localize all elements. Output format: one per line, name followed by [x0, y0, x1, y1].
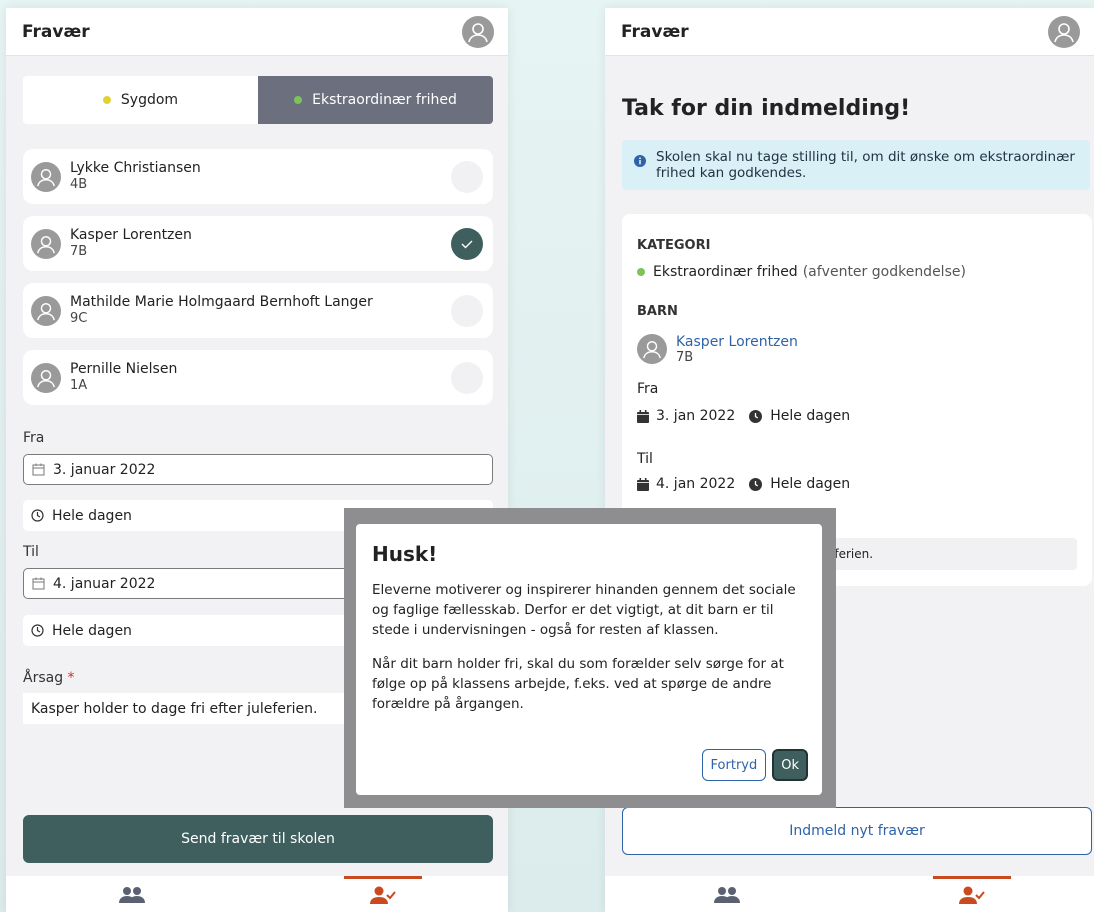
- confirmation-heading: Tak for din indmelding!: [622, 96, 911, 121]
- green-dot-icon: [637, 268, 645, 276]
- profile-avatar-icon[interactable]: [462, 15, 494, 48]
- dialog-paragraph: Eleverne motiverer og inspirerer hinande…: [372, 582, 796, 638]
- calendar-icon: [637, 477, 649, 491]
- category-status: (afventer godkendelse): [802, 264, 966, 280]
- calendar-icon: [32, 463, 45, 476]
- to-label: Til: [23, 544, 39, 560]
- child-list-item[interactable]: Lykke Christiansen 4B: [23, 149, 493, 204]
- child-class: 4B: [70, 177, 88, 192]
- child-class: 7B: [676, 350, 694, 365]
- child-name: Pernille Nielsen: [70, 361, 178, 377]
- users-icon: [714, 886, 741, 908]
- from-time-value: Hele dagen: [52, 507, 132, 524]
- avatar-icon: [637, 334, 667, 364]
- avatar-icon: [31, 362, 61, 393]
- page-title: Fravær: [621, 21, 689, 42]
- child-name: Lykke Christiansen: [70, 160, 201, 176]
- from-label: Fra: [23, 430, 45, 446]
- child-heading: BARN: [637, 304, 678, 319]
- child-class: 9C: [70, 311, 88, 326]
- select-checkbox[interactable]: [451, 294, 483, 327]
- reminder-dialog: Husk! Eleverne motiverer og inspirerer h…: [356, 524, 822, 795]
- green-dot-icon: [294, 96, 303, 104]
- category-line: Ekstraordinær frihed (afventer godkendel…: [637, 264, 966, 280]
- info-alert: Skolen skal nu tage stilling til, om dit…: [622, 140, 1090, 190]
- page-title: Fravær: [22, 21, 90, 42]
- select-checkbox[interactable]: [451, 227, 483, 260]
- dialog-paragraph: Når dit barn holder fri, skal du som for…: [372, 656, 784, 712]
- category-switch: Sygdom Ekstraordinær frihed: [23, 76, 493, 124]
- child-name: Mathilde Marie Holmgaard Bernhoft Langer: [70, 294, 373, 310]
- from-date-value: 3. januar 2022: [53, 461, 156, 478]
- tab-label: Sygdom: [120, 92, 179, 108]
- top-bar: Fravær: [605, 8, 1094, 56]
- from-date: 3. jan 2022: [656, 408, 736, 424]
- nav-children[interactable]: [6, 876, 257, 912]
- child-class: 1A: [70, 378, 88, 393]
- info-text: Skolen skal nu tage stilling til, om dit…: [656, 149, 1075, 181]
- users-icon: [118, 886, 145, 908]
- to-label: Til: [637, 451, 653, 467]
- avatar-icon: [31, 228, 61, 259]
- send-absence-button[interactable]: Send fravær til skolen: [23, 815, 493, 863]
- avatar-icon: [31, 161, 61, 192]
- reason-label: Årsag *: [23, 670, 75, 686]
- calendar-icon: [637, 409, 649, 423]
- child-line: Kasper Lorentzen 7B: [637, 334, 798, 365]
- category-heading: KATEGORI: [637, 238, 711, 253]
- profile-avatar-icon[interactable]: [1048, 15, 1080, 48]
- select-checkbox[interactable]: [451, 160, 483, 193]
- child-list-item[interactable]: Kasper Lorentzen 7B: [23, 216, 493, 271]
- child-list-item[interactable]: Mathilde Marie Holmgaard Bernhoft Langer…: [23, 283, 493, 338]
- to-date: 4. jan 2022: [656, 476, 736, 492]
- reminder-dialog-overlay: Husk! Eleverne motiverer og inspirerer h…: [344, 508, 836, 808]
- from-line: 3. jan 2022 Hele dagen: [637, 408, 850, 424]
- top-bar: Fravær: [6, 8, 508, 56]
- tab-sygdom[interactable]: Sygdom: [23, 76, 258, 124]
- tab-ekstraordinaer-frihed[interactable]: Ekstraordinær frihed: [258, 76, 493, 124]
- ok-button[interactable]: Ok: [772, 749, 808, 781]
- clock-icon: [749, 409, 763, 423]
- clock-icon: [749, 477, 763, 491]
- from-date-field[interactable]: 3. januar 2022: [23, 454, 493, 485]
- tab-label: Ekstraordinær frihed: [312, 92, 457, 108]
- to-time: Hele dagen: [770, 476, 851, 492]
- new-absence-button[interactable]: Indmeld nyt fravær: [622, 807, 1092, 855]
- bottom-nav: [605, 876, 1094, 912]
- child-link[interactable]: Kasper Lorentzen: [676, 334, 798, 350]
- dialog-title: Husk!: [372, 542, 438, 566]
- to-time-value: Hele dagen: [52, 622, 132, 639]
- to-date-value: 4. januar 2022: [53, 575, 156, 592]
- clock-icon: [31, 509, 44, 522]
- from-time: Hele dagen: [770, 408, 851, 424]
- avatar-icon: [31, 295, 61, 326]
- clock-icon: [31, 624, 44, 637]
- dialog-actions: Fortryd Ok: [701, 749, 808, 781]
- select-checkbox[interactable]: [451, 361, 483, 394]
- child-class: 7B: [70, 244, 88, 259]
- child-list-item[interactable]: Pernille Nielsen 1A: [23, 350, 493, 405]
- required-mark: *: [67, 670, 75, 686]
- bottom-nav: [6, 876, 508, 912]
- nav-absence[interactable]: [257, 876, 508, 912]
- cancel-button[interactable]: Fortryd: [701, 749, 767, 781]
- user-check-icon: [958, 886, 985, 908]
- user-check-icon: [369, 886, 396, 908]
- checkmark-icon: [461, 240, 473, 248]
- nav-absence[interactable]: [850, 876, 1094, 912]
- child-name: Kasper Lorentzen: [70, 227, 192, 243]
- info-icon: [634, 155, 646, 171]
- reason-label-text: Årsag: [23, 670, 64, 686]
- to-line: 4. jan 2022 Hele dagen: [637, 476, 850, 492]
- reason-value: Kasper holder to dage fri efter juleferi…: [31, 700, 318, 717]
- nav-children[interactable]: [605, 876, 850, 912]
- from-label: Fra: [637, 381, 659, 397]
- yellow-dot-icon: [102, 96, 111, 104]
- category-value: Ekstraordinær frihed: [653, 264, 798, 280]
- calendar-icon: [32, 577, 45, 590]
